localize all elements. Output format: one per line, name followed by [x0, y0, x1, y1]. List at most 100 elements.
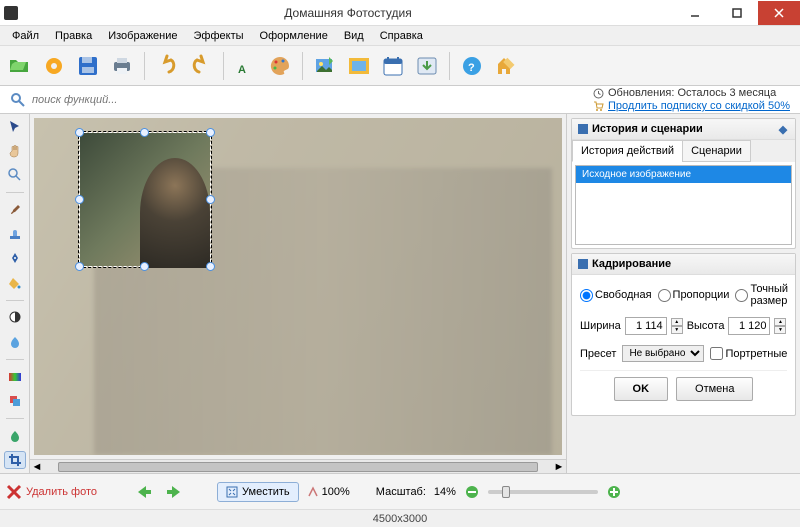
save-button[interactable]	[72, 50, 104, 82]
history-list[interactable]: Исходное изображение	[575, 165, 792, 245]
canvas-area: ◄ ►	[30, 114, 566, 473]
status-bar: 4500x3000	[0, 509, 800, 527]
clock-icon	[593, 88, 604, 99]
history-icon	[578, 124, 588, 134]
crop-rect[interactable]	[79, 132, 211, 267]
subscription-info: Обновления: Осталось 3 месяца Продлить п…	[593, 87, 796, 112]
tab-history[interactable]: История действий	[572, 140, 683, 162]
search-input[interactable]	[32, 94, 512, 106]
history-title: История и сценарии	[592, 123, 703, 135]
settings-button[interactable]	[38, 50, 70, 82]
menu-effects[interactable]: Эффекты	[186, 28, 252, 44]
scroll-right-icon[interactable]: ►	[552, 460, 566, 474]
crop-title: Кадрирование	[592, 258, 671, 270]
tool-contrast[interactable]	[4, 308, 26, 326]
crop-handle-sw[interactable]	[75, 262, 84, 271]
menu-view[interactable]: Вид	[336, 28, 372, 44]
tool-hand[interactable]	[4, 142, 26, 160]
tool-crop[interactable]	[4, 451, 26, 469]
text-button[interactable]: A	[230, 50, 262, 82]
crop-handle-ne[interactable]	[206, 128, 215, 137]
crop-icon	[578, 259, 588, 269]
crop-handle-w[interactable]	[75, 195, 84, 204]
collapse-icon[interactable]: ◆	[777, 123, 789, 135]
app-icon	[4, 6, 18, 20]
crop-handle-se[interactable]	[206, 262, 215, 271]
crop-mode-free[interactable]: Свободная	[580, 289, 652, 302]
zoom-slider-knob[interactable]	[502, 486, 510, 498]
menu-help[interactable]: Справка	[372, 28, 431, 44]
preset-label: Пресет	[580, 348, 616, 360]
calendar-button[interactable]	[377, 50, 409, 82]
crop-handle-n[interactable]	[140, 128, 149, 137]
tool-zoom[interactable]	[4, 166, 26, 184]
close-button[interactable]	[758, 1, 800, 25]
zoom-slider[interactable]	[488, 490, 598, 494]
horizontal-scrollbar[interactable]: ◄ ►	[30, 459, 566, 473]
height-up[interactable]: ▲	[774, 318, 786, 326]
fit-icon	[226, 486, 238, 498]
print-button[interactable]	[106, 50, 138, 82]
subscription-status: Обновления: Осталось 3 месяца	[608, 87, 776, 99]
delete-icon	[6, 484, 22, 500]
tool-strip	[0, 114, 30, 473]
tool-fill[interactable]	[4, 273, 26, 291]
crop-handle-s[interactable]	[140, 262, 149, 271]
zoom-out-button[interactable]	[464, 484, 480, 500]
undo-button[interactable]	[151, 50, 183, 82]
prev-button[interactable]	[133, 481, 155, 503]
main-toolbar: A ?	[0, 46, 800, 86]
next-button[interactable]	[163, 481, 185, 503]
tool-layers[interactable]	[4, 392, 26, 410]
tool-gradient[interactable]	[4, 367, 26, 385]
insert-image-button[interactable]	[309, 50, 341, 82]
zoom-value: 14%	[434, 486, 456, 498]
portrait-check[interactable]: Портретные	[710, 347, 787, 360]
height-down[interactable]: ▼	[774, 326, 786, 334]
menu-image[interactable]: Изображение	[100, 28, 185, 44]
width-input[interactable]	[625, 317, 667, 335]
zoom-in-button[interactable]	[606, 484, 622, 500]
svg-text:?: ?	[468, 62, 475, 74]
delete-photo-button[interactable]: Удалить фото	[6, 484, 97, 500]
search-icon	[10, 92, 26, 108]
cancel-button[interactable]: Отмена	[676, 377, 753, 401]
home-button[interactable]	[490, 50, 522, 82]
tool-blur-drop[interactable]	[4, 333, 26, 351]
menu-file[interactable]: Файл	[4, 28, 47, 44]
frame-button[interactable]	[343, 50, 375, 82]
menu-decorate[interactable]: Оформление	[252, 28, 336, 44]
tool-droplet[interactable]	[4, 427, 26, 445]
tab-scripts[interactable]: Сценарии	[682, 140, 751, 162]
crop-mode-exact[interactable]: Точный размер	[735, 283, 788, 307]
export-button[interactable]	[411, 50, 443, 82]
height-input[interactable]	[728, 317, 770, 335]
history-item[interactable]: Исходное изображение	[576, 166, 791, 183]
ok-button[interactable]: OK	[614, 377, 669, 401]
tool-pen[interactable]	[4, 249, 26, 267]
scroll-left-icon[interactable]: ◄	[30, 460, 44, 474]
crop-handle-nw[interactable]	[75, 128, 84, 137]
preset-select[interactable]: Не выбрано	[622, 345, 704, 362]
palette-button[interactable]	[264, 50, 296, 82]
tool-brush[interactable]	[4, 201, 26, 219]
crop-handle-e[interactable]	[206, 195, 215, 204]
fit-button[interactable]: Уместить	[217, 482, 299, 502]
width-down[interactable]: ▼	[671, 326, 683, 334]
tool-stamp[interactable]	[4, 225, 26, 243]
right-panel: История и сценарии ◆ История действий Сц…	[566, 114, 800, 473]
menu-bar: Файл Правка Изображение Эффекты Оформлен…	[0, 26, 800, 46]
canvas[interactable]	[34, 118, 562, 455]
menu-edit[interactable]: Правка	[47, 28, 100, 44]
width-up[interactable]: ▲	[671, 318, 683, 326]
scroll-thumb[interactable]	[58, 462, 538, 472]
maximize-button[interactable]	[716, 1, 758, 25]
help-button[interactable]: ?	[456, 50, 488, 82]
zoom-100-button[interactable]: 100%	[307, 486, 350, 498]
renew-link[interactable]: Продлить подписку со скидкой 50%	[608, 100, 790, 112]
minimize-button[interactable]	[674, 1, 716, 25]
tool-pointer[interactable]	[4, 118, 26, 136]
open-button[interactable]	[4, 50, 36, 82]
redo-button[interactable]	[185, 50, 217, 82]
crop-mode-proportions[interactable]: Пропорции	[658, 289, 730, 302]
